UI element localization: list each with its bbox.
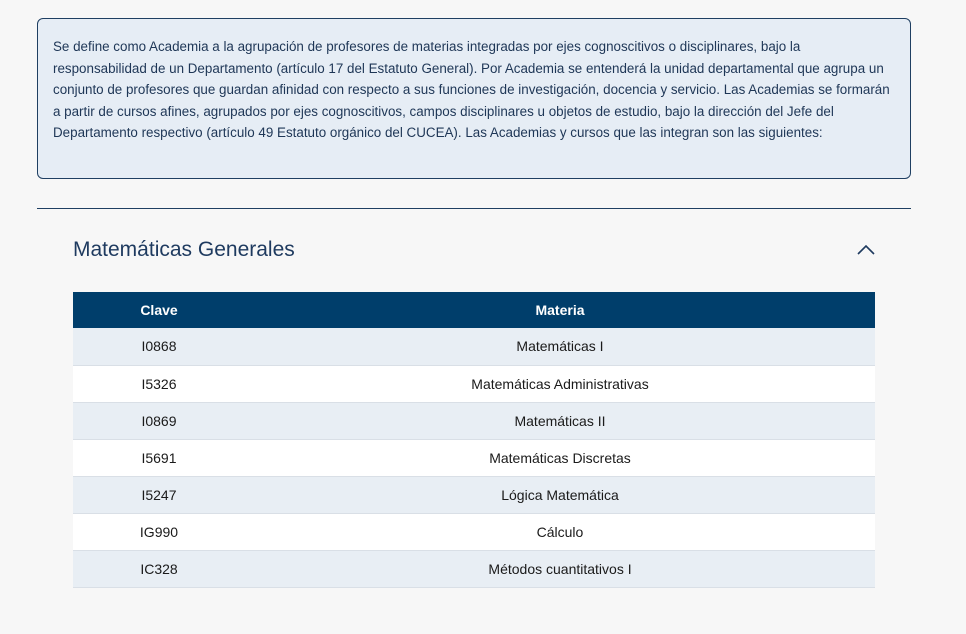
accordion-title: Matemáticas Generales: [73, 238, 295, 261]
intro-text: Se define como Academia a la agrupación …: [53, 39, 890, 141]
cell-clave: I5247: [141, 486, 177, 503]
cell-clave: I5691: [141, 449, 177, 466]
cell-clave: IG990: [139, 523, 179, 540]
table-row: I5326 Matemáticas Administrativas: [73, 365, 875, 402]
accordion-header-matematicas-generales[interactable]: Matemáticas Generales: [73, 232, 875, 268]
page: Se define como Academia a la agrupación …: [0, 0, 966, 634]
chevron-up-icon[interactable]: [857, 241, 875, 259]
table-row: I0869 Matemáticas II: [73, 402, 875, 439]
cell-materia: Lógica Matemática: [501, 486, 619, 503]
cell-materia: Matemáticas Discretas: [489, 449, 631, 466]
cell-clave: IC328: [140, 560, 178, 577]
section-divider: [37, 208, 911, 209]
cell-materia: Matemáticas I: [516, 338, 604, 355]
table-row: IC328 Métodos cuantitativos I: [73, 550, 875, 587]
table-row: IG990 Cálculo: [73, 513, 875, 550]
column-header-materia: Materia: [535, 302, 585, 318]
table-row: I5691 Matemáticas Discretas: [73, 439, 875, 476]
cell-materia: Cálculo: [536, 523, 584, 540]
intro-info-box: Se define como Academia a la agrupación …: [37, 18, 911, 179]
subjects-table: Clave Materia I0868 Matemáticas I I5326 …: [73, 292, 875, 588]
cell-materia: Matemáticas Administrativas: [471, 375, 649, 392]
table-row: I5247 Lógica Matemática: [73, 476, 875, 513]
cell-clave: I0869: [141, 412, 177, 429]
table-header-row: Clave Materia: [73, 292, 875, 328]
cell-clave: I0868: [141, 338, 177, 355]
cell-clave: I5326: [141, 375, 177, 392]
table-row: I0868 Matemáticas I: [73, 328, 875, 365]
column-header-clave: Clave: [140, 302, 178, 318]
cell-materia: Métodos cuantitativos I: [488, 560, 632, 577]
cell-materia: Matemáticas II: [514, 412, 606, 429]
